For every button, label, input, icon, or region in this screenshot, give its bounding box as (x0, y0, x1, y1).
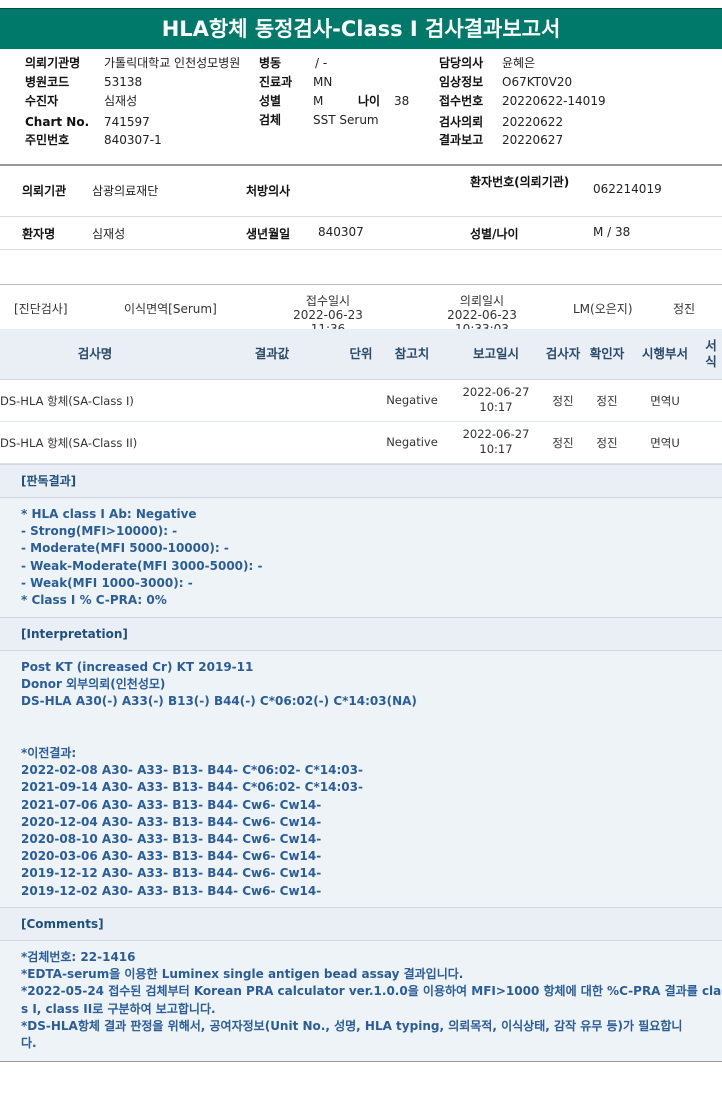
hospital-value: 가톨릭대학교 인천성모병원 (104, 56, 241, 70)
col-result: 결과값 (254, 346, 290, 361)
specimen-value: SST Serum (313, 113, 379, 127)
org-label: 의뢰기관 (22, 184, 67, 198)
col-report-date: 보고일시 (472, 346, 519, 361)
col-dept: 시행부서 (641, 346, 688, 361)
row-report-time: 10:17 (479, 442, 513, 456)
request-label: 검사의뢰 (439, 115, 484, 129)
lm-value: LM(오은지) (573, 302, 633, 316)
col-checker: 확인자 (589, 346, 625, 361)
report-header: 의뢰기관명 가톨릭대학교 인천성모병원 병동 / - 담당의사 윤혜은 병원코드… (0, 52, 722, 164)
doctor-value: 윤혜은 (502, 56, 536, 70)
age-label: 나이 (358, 94, 381, 108)
row-report-date: 2022-06-27 (462, 385, 530, 399)
dept-label: 진료과 (259, 75, 293, 89)
age-value: 38 (394, 94, 410, 108)
col-test-name: 검사명 (77, 346, 113, 361)
clinical-label: 임상정보 (439, 75, 484, 89)
footer-divider (0, 1061, 722, 1062)
birth-value: 840307 (318, 225, 364, 239)
name-label: 환자명 (22, 227, 56, 241)
receipt-value: 20220622-14019 (502, 94, 606, 108)
comments-section-title: [Comments] (0, 907, 722, 941)
hospital-label: 의뢰기관명 (25, 56, 81, 70)
sex-value: M (313, 94, 324, 108)
table-row: DS-HLA 항체(SA-Class I) Negative 2022-06-2… (0, 380, 722, 422)
dept-value: MN (313, 75, 333, 89)
request-value: 20220622 (502, 115, 564, 129)
report-date-value: 20220627 (502, 133, 564, 147)
name-value: 심재성 (92, 227, 126, 241)
specimen-label: 검체 (259, 113, 282, 127)
row-dept: 면역U (650, 436, 680, 450)
exam-type: 이식면역[Serum] (124, 302, 217, 316)
doctor-label: 담당의사 (439, 56, 484, 70)
row-report-time: 10:17 (479, 400, 513, 414)
report-date-label: 결과보고 (439, 133, 484, 147)
interpretation-text: Post KT (increased Cr) KT 2019-11 Donor … (21, 660, 417, 898)
row-tester: 정진 (552, 394, 574, 408)
sexage-label: 성별/나이 (470, 227, 519, 241)
receipt-label: 접수번호 (439, 94, 484, 108)
patient-label: 수진자 (25, 94, 59, 108)
patient-value: 심재성 (104, 94, 138, 108)
col-reference: 참고치 (394, 346, 430, 361)
exam-bar: [진단검사] 이식면역[Serum] 접수일시 2022-06-23 11:36… (0, 284, 722, 336)
row-reference: Negative (386, 393, 438, 407)
judgment-section-title: [판독결과] (0, 464, 722, 498)
req-label: 의뢰일시 (459, 294, 505, 308)
prescriber-label: 처방의사 (246, 184, 291, 198)
row-tester: 정진 (552, 436, 574, 450)
chart-value: 741597 (104, 115, 150, 129)
ward-value: / - (315, 56, 328, 70)
results-table-header: 검사명 결과값 단위 참고치 보고일시 검사자 확인자 시행부서 서식 (0, 329, 722, 380)
row-test-name: DS-HLA 항체(SA-Class II) (0, 436, 138, 450)
tester-value: 정진 (673, 302, 696, 316)
code-label: 병원코드 (25, 75, 70, 89)
org-value: 삼광의료재단 (92, 184, 159, 198)
row-reference: Negative (386, 435, 438, 449)
exam-category: [진단검사] (14, 302, 68, 316)
info-row-2: 환자명 심재성 생년월일 840307 성별/나이 M / 38 (0, 217, 722, 250)
sexage-value: M / 38 (593, 225, 631, 239)
id-label: 주민번호 (25, 133, 70, 147)
col-unit: 단위 (349, 346, 373, 361)
id-value: 840307-1 (104, 133, 162, 147)
interpretation-section-title: [Interpretation] (0, 617, 722, 651)
row-report-date: 2022-06-27 (462, 427, 530, 441)
judgment-text: * HLA class I Ab: Negative - Strong(MFI>… (21, 507, 263, 608)
comments-text: *검체번호: 22-1416 *EDTA-serum을 이용한 Luminex … (21, 950, 722, 1051)
col-tester: 검사자 (545, 346, 581, 361)
table-row: DS-HLA 항체(SA-Class II) Negative 2022-06-… (0, 422, 722, 464)
code-value: 53138 (104, 75, 143, 89)
sex-label: 성별 (259, 94, 282, 108)
col-form: 서식 (705, 338, 717, 369)
chart-label: Chart No. (25, 115, 90, 129)
pid-value: 062214019 (593, 182, 662, 196)
row-test-name: DS-HLA 항체(SA-Class I) (0, 394, 134, 408)
header-divider (0, 164, 722, 166)
ward-label: 병동 (259, 56, 282, 70)
pid-label: 환자번호(의뢰기관) (470, 175, 570, 189)
row-checker: 정진 (596, 394, 618, 408)
clinical-value: O67KT0V20 (502, 75, 573, 89)
row-dept: 면역U (650, 394, 680, 408)
recv-label: 접수일시 (305, 294, 351, 308)
info-row-1: 의뢰기관 삼광의료재단 처방의사 환자번호(의뢰기관) 062214019 (0, 168, 722, 217)
birth-label: 생년월일 (246, 227, 291, 241)
row-checker: 정진 (596, 436, 618, 450)
report-title: HLA항체 동정검사-Class I 검사결과보고서 (0, 8, 722, 49)
